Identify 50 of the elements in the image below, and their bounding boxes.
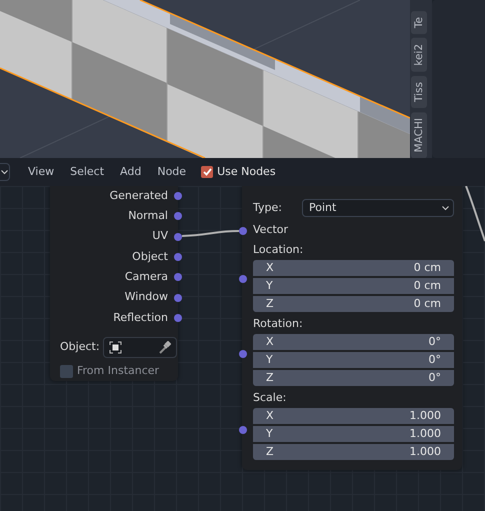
socket-dot[interactable] [239,426,247,434]
node-link [182,230,240,237]
editor-type-dropdown[interactable] [0,163,10,181]
input-label: Vector [253,222,290,238]
vector-field[interactable]: Z 1.000 [253,444,454,460]
sidebar-tab[interactable]: Te [411,10,427,34]
output-label: Normal [127,208,169,224]
group-label: Rotation: [253,316,304,332]
vector-field[interactable]: Z 0° [253,370,454,386]
sidebar-tab[interactable]: Tiss [411,76,427,108]
vector-field[interactable]: X 0° [253,334,454,350]
vector-field[interactable]: Z 0 cm [253,296,454,312]
output-label: UV [151,228,169,244]
menu-item[interactable]: Add [115,164,146,180]
checkbox-label: Use Nodes [217,164,276,180]
use-nodes-checkbox[interactable] [201,166,214,178]
socket-dot[interactable] [239,275,247,283]
vector-field[interactable]: Y 0° [253,352,454,368]
checkbox-label: From Instancer [77,363,160,380]
node-link [465,186,485,242]
sidebar-tab[interactable]: MACHI [411,112,427,158]
output-label: Reflection [112,310,169,326]
socket-dot[interactable] [174,192,182,200]
object-icon [108,341,122,354]
output-label: Window [124,289,169,306]
menu-item[interactable]: Select [65,164,110,180]
sidebar-tab[interactable]: kei2 [411,38,427,72]
group-label: Scale: [253,390,288,406]
type-dropdown[interactable]: Point [302,199,454,217]
output-label: Camera [124,269,169,286]
output-label: Generated [108,188,169,204]
vector-field[interactable]: X 1.000 [253,408,454,424]
eyedropper-icon[interactable] [158,341,171,354]
menu-item[interactable]: View [23,164,60,180]
from-instancer-checkbox[interactable] [60,364,73,378]
socket-dot[interactable] [174,273,182,282]
vector-field[interactable]: Y 0 cm [253,278,454,294]
socket-dot[interactable] [239,350,247,358]
socket-dot[interactable] [239,227,247,235]
output-label: Object [131,248,169,265]
object-field[interactable] [102,337,177,358]
chevron-icon [1,170,8,174]
field-label: Type: [253,200,283,216]
vector-field[interactable]: X 0 cm [253,260,454,276]
group-label: Location: [253,242,304,258]
field-label: Object: [60,339,100,356]
socket-dot[interactable] [174,212,182,220]
vector-field[interactable]: Y 1.000 [253,426,454,442]
menu-item[interactable]: Node [152,164,192,180]
chevron-icon [442,206,449,210]
